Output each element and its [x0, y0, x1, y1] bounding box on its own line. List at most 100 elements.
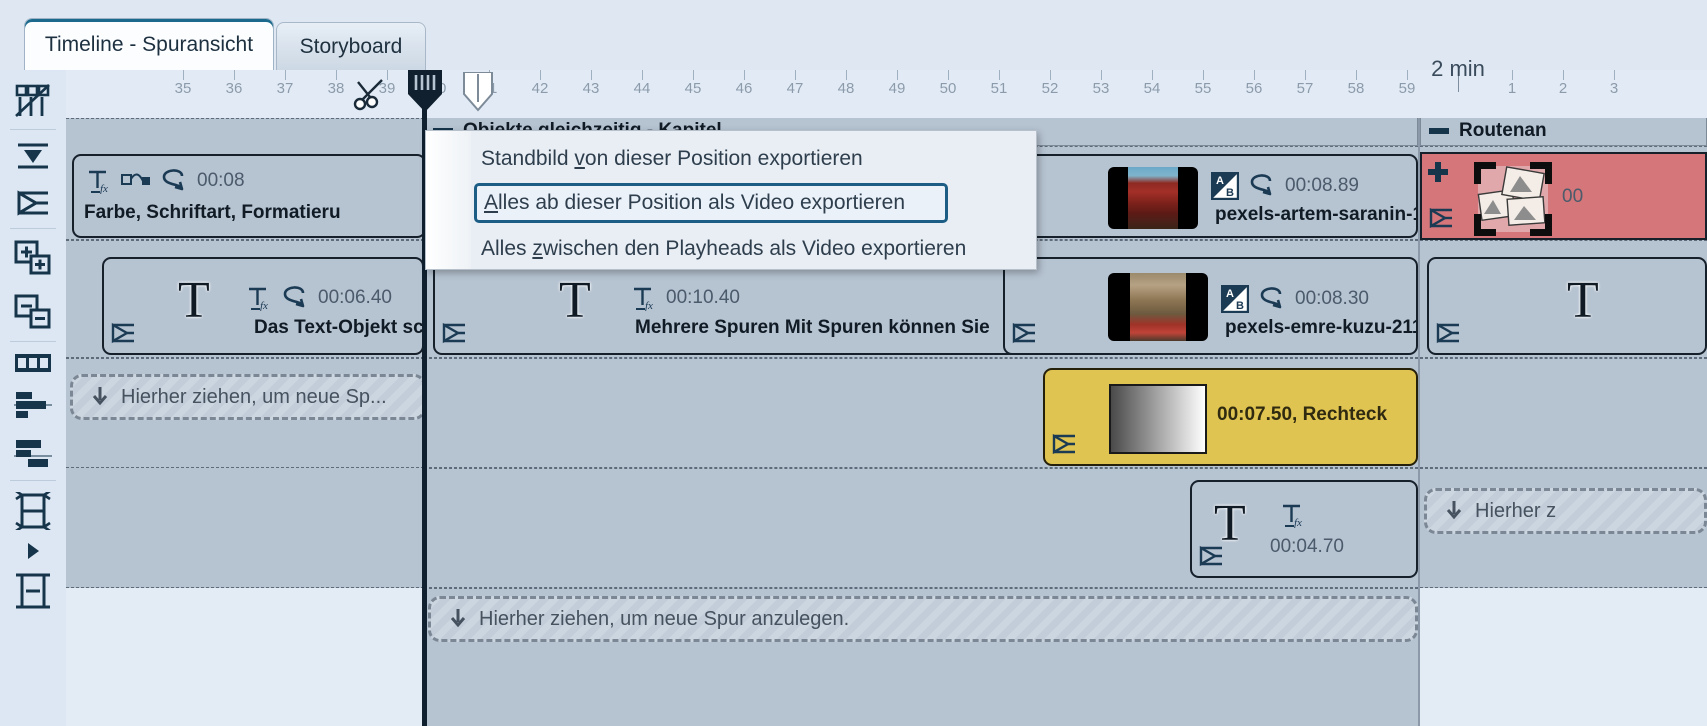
svg-text:fx: fx — [260, 300, 268, 311]
ruler-tick-label: 57 — [1296, 80, 1314, 97]
group-header-routenanimation[interactable]: Routenan — [1420, 118, 1707, 146]
audio-mute-icon[interactable] — [441, 321, 469, 350]
clip-pexels-artem-saranin[interactable]: A B 00:08.89 pexels-artem-saranin-154781… — [1003, 154, 1418, 238]
playback-marker-icon — [17, 190, 48, 216]
ruler-tick — [1050, 70, 1051, 80]
audio-mute-icon[interactable] — [110, 321, 138, 350]
ruler-tick — [336, 70, 337, 80]
text-object-glyph: T — [559, 272, 591, 329]
main-playhead-handle[interactable] — [406, 70, 444, 119]
text-fx-icon: fx — [249, 287, 268, 311]
rail-item-add-track[interactable] — [0, 231, 66, 285]
clip-right-text[interactable]: T — [1427, 257, 1707, 355]
ab-transition-icon: A B — [1221, 285, 1249, 313]
ruler-tick-label: 53 — [1092, 80, 1110, 97]
clip-mehrere-spuren[interactable]: T fx 00:10.40 Mehrere Spuren Mit Spuren … — [433, 257, 1038, 355]
menu-item-label: Alles ab dieser Position als Video expor… — [484, 191, 906, 214]
ruler-tick-label: 1 — [1507, 80, 1517, 97]
rail-item-fit-inner[interactable] — [0, 483, 66, 539]
ruler-tick-label: 50 — [939, 80, 957, 97]
menu-item-standbild-exportieren[interactable]: Standbild von dieser Position exportiere… — [436, 139, 1026, 179]
thumbnail-image-autumn-forest — [1127, 167, 1179, 229]
rail-item-remove-track[interactable] — [0, 285, 66, 339]
ruler-tick-label: 56 — [1245, 80, 1263, 97]
transition-icon — [1260, 287, 1282, 309]
scissors-icon[interactable] — [352, 76, 386, 112]
ruler-tick — [897, 70, 898, 80]
svg-text:A: A — [1216, 175, 1224, 187]
fit-inner-icon — [15, 492, 51, 530]
ruler-tick-label: 2 — [1558, 80, 1568, 97]
ruler-tick-label: 45 — [684, 80, 702, 97]
ruler-tick — [1101, 70, 1102, 80]
ruler-tick — [1305, 70, 1306, 80]
align-left-icon — [14, 392, 52, 418]
clip-duration: 00:06.40 — [318, 287, 392, 308]
clip-title: pexels-emre-kuzu-2119106. — [1225, 317, 1416, 338]
ruler-tick — [1254, 70, 1255, 80]
collapse-icon[interactable] — [1429, 128, 1449, 134]
audio-mute-icon[interactable] — [1428, 206, 1456, 235]
rail-item-play-small[interactable] — [0, 539, 66, 563]
menu-item-label: Standbild von dieser Position exportiere… — [481, 147, 863, 170]
ruler-tick — [999, 70, 1000, 80]
rail-item-fit-outer[interactable] — [0, 563, 66, 619]
group-title: Routenan — [1459, 120, 1547, 141]
svg-text:B: B — [1226, 187, 1234, 199]
ruler-tick-label: 46 — [735, 80, 753, 97]
audio-mute-icon[interactable] — [1051, 432, 1079, 461]
rail-divider — [10, 341, 56, 342]
ruler-tick — [1356, 70, 1357, 80]
track-lane-4[interactable] — [66, 468, 424, 588]
tab-timeline-spuransicht[interactable]: Timeline - Spuransicht — [24, 18, 274, 70]
rail-item-timeline-view[interactable] — [0, 70, 66, 127]
clip-routenanimation-image[interactable]: 00 — [1420, 152, 1707, 240]
menu-item-alles-ab-position[interactable]: Alles ab dieser Position als Video expor… — [474, 183, 948, 223]
align-right-icon — [14, 440, 52, 467]
audio-mute-icon[interactable] — [1011, 321, 1039, 350]
ruler-tick — [948, 70, 949, 80]
svg-text:fx: fx — [645, 300, 653, 311]
rail-item-align-right[interactable] — [0, 430, 66, 478]
rail-item-align-left[interactable] — [0, 382, 66, 430]
rail-item-filmstrip[interactable] — [0, 344, 66, 382]
menu-item-alles-zwischen-playheads[interactable]: Alles zwischen den Playheads als Video e… — [436, 229, 1026, 269]
dropzone-right[interactable]: Hierher z — [1424, 488, 1707, 534]
rail-divider — [10, 129, 56, 130]
dropzone-label: Hierher z — [1475, 499, 1557, 522]
audio-mute-icon[interactable] — [1198, 544, 1226, 573]
dropzone-center[interactable]: Hierher ziehen, um neue Spur anzulegen. — [428, 596, 1418, 642]
clip-text-0470[interactable]: T fx 00:04.70 — [1190, 480, 1418, 578]
ruler-minute-label: 2 min — [1431, 56, 1485, 81]
ruler-tick — [540, 70, 541, 80]
context-menu: Standbild von dieser Position exportiere… — [425, 130, 1037, 270]
tab-storyboard[interactable]: Storyboard — [276, 22, 426, 70]
audio-mute-icon[interactable] — [1435, 321, 1463, 350]
ruler-tick-label: 42 — [531, 80, 549, 97]
ruler-tick — [1614, 70, 1615, 80]
ruler-tick-label: 38 — [327, 80, 345, 97]
ruler-tick-label: 59 — [1398, 80, 1416, 97]
clip-pexels-emre-kuzu[interactable]: A B 00:08.30 pexels-emre-kuzu-2119106. — [1003, 257, 1418, 355]
fit-outer-icon — [16, 573, 50, 609]
clip-thumbnail — [1108, 273, 1208, 341]
expand-plus-icon[interactable] — [1428, 162, 1448, 182]
clip-title: Mehrere Spuren Mit Spuren können Sie — [635, 317, 990, 338]
timeline-window: Timeline - Spuransicht Storyboard 35 36 … — [0, 0, 1707, 726]
secondary-playhead-handle[interactable] — [462, 71, 494, 117]
clip-title: Das Text-Objekt sch — [254, 317, 424, 338]
ruler-tick — [846, 70, 847, 80]
track-lane-3c[interactable] — [1420, 358, 1707, 468]
dropzone-left[interactable]: Hierher ziehen, um neue Sp... — [70, 374, 426, 420]
tool-rail — [0, 70, 67, 726]
clip-rechteck[interactable]: 00:07.50, Rechteck — [1043, 368, 1418, 466]
rail-item-collapse-all[interactable] — [0, 132, 66, 180]
text-fx-icon: fx — [634, 287, 653, 311]
timeline-view-icon — [15, 84, 50, 117]
gradient-thumbnail — [1109, 384, 1207, 454]
rail-item-playback-marker[interactable] — [0, 180, 66, 226]
clip-farbe-schriftart[interactable]: fx 00:08 Farbe, Schriftart, Formatieru — [72, 154, 426, 238]
text-fx-icon: fx — [1283, 504, 1302, 528]
clip-das-text-objekt[interactable]: T fx 00:06.40 Das Text-Objekt sch — [102, 257, 424, 355]
ruler-tick — [285, 70, 286, 80]
